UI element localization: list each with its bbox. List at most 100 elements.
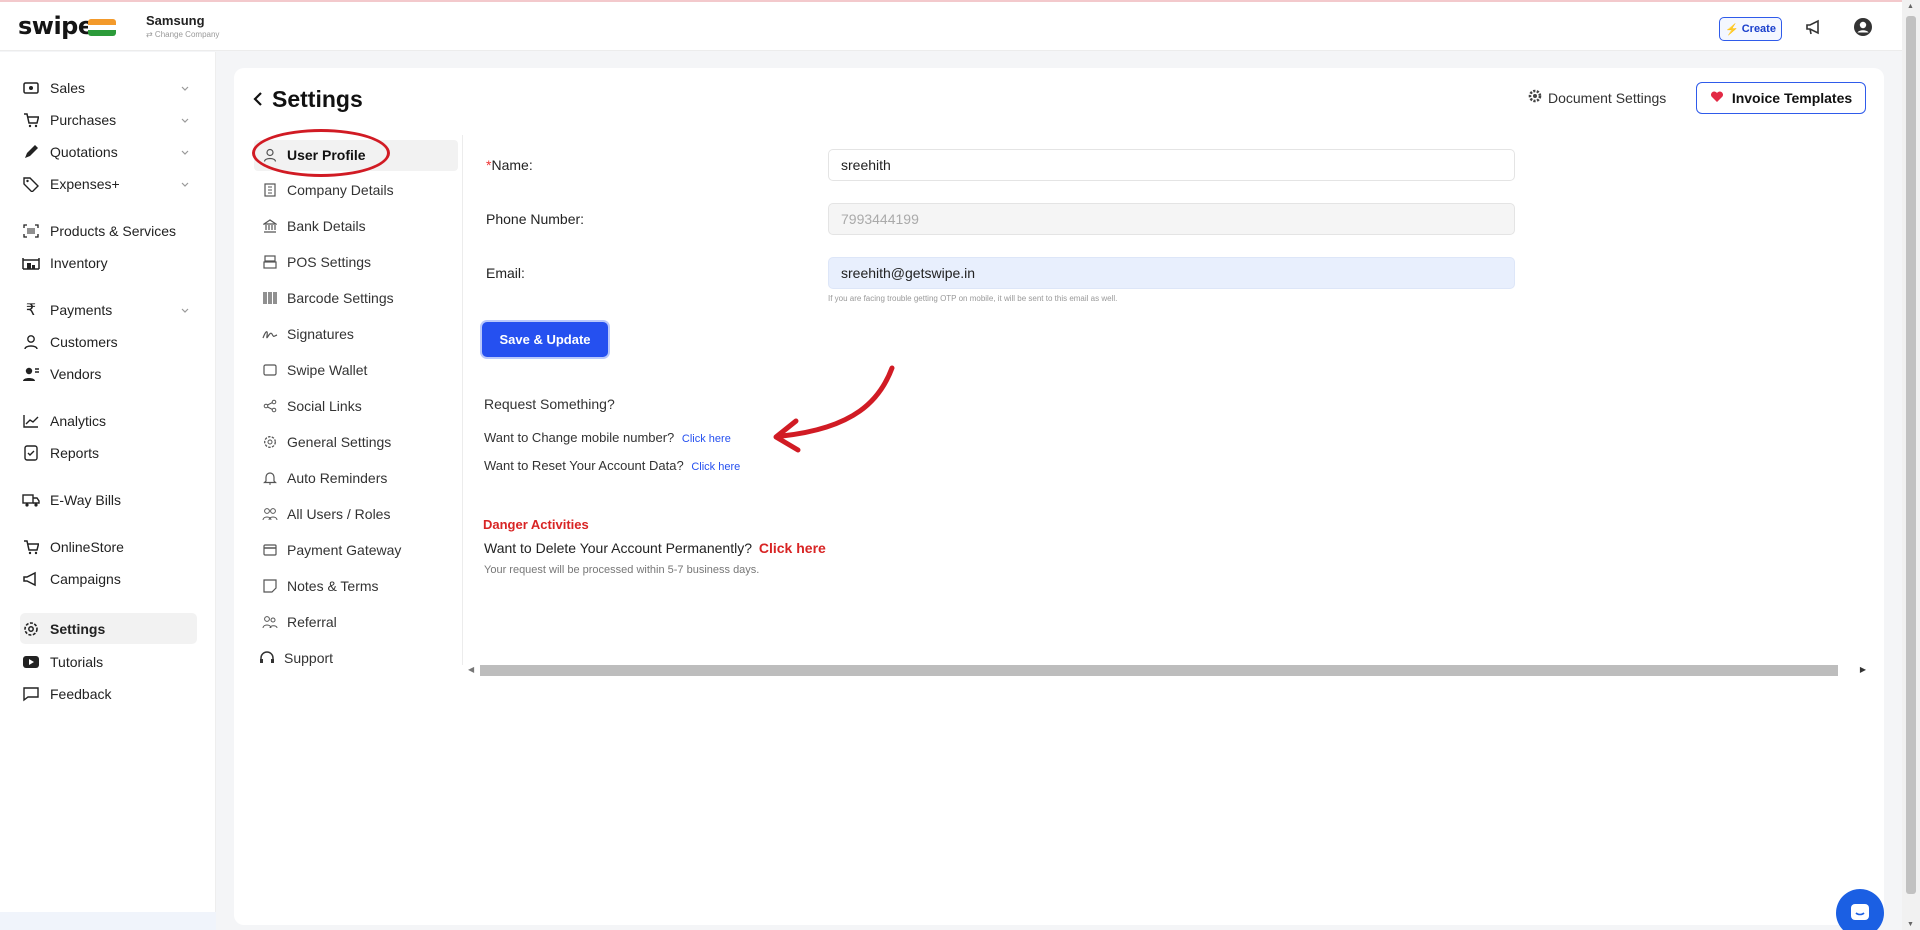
- sidebar-item-label: Settings: [50, 620, 106, 637]
- sidebar-item-products-services[interactable]: Products & Services: [20, 217, 196, 245]
- settings-card: [234, 68, 1884, 925]
- scroll-left-arrow-icon[interactable]: ◀: [468, 665, 474, 674]
- user-icon: [20, 334, 42, 350]
- page-vertical-scrollbar[interactable]: ▲ ▼: [1902, 0, 1920, 930]
- submenu-item-label: Signatures: [287, 326, 354, 342]
- share-icon: [262, 399, 278, 413]
- heart-icon: [1710, 90, 1724, 106]
- submenu-item-label: Support: [284, 650, 334, 666]
- delete-account-link[interactable]: Click here: [759, 540, 826, 556]
- sidebar-item-label: Sales: [50, 80, 86, 96]
- submenu-item-pos-settings[interactable]: POS Settings: [262, 247, 371, 277]
- sidebar-item-label: Tutorials: [50, 654, 104, 670]
- gear-icon: [262, 435, 278, 449]
- horizontal-scrollbar[interactable]: ◀ ▶: [464, 663, 1866, 677]
- sidebar-item-label: Payments: [50, 302, 113, 318]
- document-settings-label: Document Settings: [1548, 89, 1667, 106]
- users-icon: [262, 507, 278, 521]
- email-hint: If you are facing trouble getting OTP on…: [828, 294, 1118, 303]
- change-mobile-link[interactable]: Click here: [682, 433, 731, 445]
- submenu-item-label: Company Details: [287, 182, 394, 198]
- submenu-item-notes-terms[interactable]: Notes & Terms: [262, 571, 379, 601]
- request-section-title: Request Something?: [484, 396, 615, 412]
- sidebar-item-onlinestore[interactable]: OnlineStore: [20, 533, 196, 561]
- submenu-item-payment-gateway[interactable]: Payment Gateway: [262, 535, 401, 565]
- highlight-circle-annotation: [252, 129, 390, 177]
- submenu-item-label: Payment Gateway: [287, 542, 402, 558]
- company-name: Samsung: [146, 13, 205, 28]
- sidebar-item-reports[interactable]: Reports: [20, 439, 196, 467]
- sidebar-item-analytics[interactable]: Analytics: [20, 407, 196, 435]
- sidebar-item-label: E-Way Bills: [50, 492, 122, 508]
- create-label: Create: [1741, 23, 1776, 35]
- submenu-item-support[interactable]: Support: [259, 643, 333, 673]
- sidebar-item-expenses[interactable]: Expenses+: [20, 170, 196, 198]
- change-company-link[interactable]: ⇄ Change Company: [146, 30, 219, 39]
- submenu-item-social-links[interactable]: Social Links: [262, 391, 362, 421]
- sidebar-item-feedback[interactable]: Feedback: [20, 680, 196, 708]
- store-icon: [20, 539, 42, 555]
- create-button[interactable]: ⚡ Create: [1719, 17, 1782, 41]
- pen-icon: [20, 144, 42, 160]
- submenu-item-signatures[interactable]: Signatures: [262, 319, 354, 349]
- delete-account-text: Want to Delete Your Account Permanently?: [484, 540, 752, 556]
- reset-data-link[interactable]: Click here: [691, 461, 740, 473]
- phone-input[interactable]: 7993444199: [828, 203, 1515, 235]
- back-chevron-icon[interactable]: [252, 86, 264, 113]
- sidebar-item-payments[interactable]: ₹ Payments: [20, 296, 196, 324]
- name-input[interactable]: sreehith: [828, 149, 1515, 181]
- chevron-down-icon: [180, 113, 190, 129]
- user-account-icon[interactable]: [1853, 17, 1873, 42]
- sidebar-item-eway-bills[interactable]: E-Way Bills: [20, 486, 196, 514]
- submenu-item-label: POS Settings: [287, 254, 372, 270]
- sidebar-item-inventory[interactable]: Inventory: [20, 249, 196, 277]
- submenu-item-general-settings[interactable]: General Settings: [262, 427, 391, 457]
- note-icon: [262, 579, 278, 593]
- sidebar-item-label: Expenses+: [50, 176, 120, 192]
- submenu-item-swipe-wallet[interactable]: Swipe Wallet: [262, 355, 367, 385]
- horizontal-scroll-thumb[interactable]: [480, 665, 1838, 676]
- sidebar-item-vendors[interactable]: Vendors: [20, 360, 196, 388]
- support-chat-icon[interactable]: [1836, 889, 1884, 930]
- announcements-megaphone-icon[interactable]: [1805, 19, 1823, 40]
- gear-icon: [1528, 89, 1542, 106]
- danger-section-title: Danger Activities: [483, 517, 589, 532]
- email-input[interactable]: sreehith@getswipe.in: [828, 257, 1515, 289]
- sidebar-item-sales[interactable]: Sales: [20, 74, 196, 102]
- submenu-item-label: Social Links: [287, 398, 362, 414]
- headset-icon: [259, 651, 275, 665]
- submenu-item-referral[interactable]: Referral: [262, 607, 337, 637]
- barcode-scan-icon: [20, 224, 42, 238]
- vendor-icon: [20, 366, 42, 382]
- sidebar-item-campaigns[interactable]: Campaigns: [20, 565, 196, 593]
- wallet-icon: [262, 364, 278, 376]
- sidebar-item-tutorials[interactable]: Tutorials: [20, 648, 196, 676]
- vertical-scroll-thumb[interactable]: [1906, 16, 1916, 894]
- truck-icon: [20, 493, 42, 507]
- sidebar-item-customers[interactable]: Customers: [20, 328, 196, 356]
- submenu-item-all-users-roles[interactable]: All Users / Roles: [262, 499, 390, 529]
- swipe-logo[interactable]: swipe: [18, 12, 94, 40]
- building-icon: [262, 183, 278, 197]
- sidebar-item-quotations[interactable]: Quotations: [20, 138, 196, 166]
- sidebar-item-label: Reports: [50, 445, 100, 461]
- sidebar-item-settings[interactable]: Settings: [20, 613, 197, 644]
- company-switcher[interactable]: Samsung ⇄ Change Company: [146, 13, 219, 39]
- document-settings-link[interactable]: Document Settings: [1528, 89, 1666, 106]
- scroll-down-arrow-icon[interactable]: ▼: [1907, 921, 1914, 928]
- invoice-templates-button[interactable]: Invoice Templates: [1696, 82, 1866, 114]
- save-update-button[interactable]: Save & Update: [482, 322, 608, 357]
- scroll-right-arrow-icon[interactable]: ▶: [1860, 665, 1866, 674]
- sidebar-item-purchases[interactable]: Purchases: [20, 106, 196, 134]
- submenu-item-auto-reminders[interactable]: Auto Reminders: [262, 463, 387, 493]
- scroll-up-arrow-icon[interactable]: ▲: [1907, 3, 1914, 10]
- submenu-item-barcode-settings[interactable]: Barcode Settings: [262, 283, 394, 313]
- submenu-item-label: Auto Reminders: [287, 470, 388, 486]
- submenu-item-company-details[interactable]: Company Details: [262, 175, 394, 205]
- email-label: Email:: [486, 265, 525, 281]
- pos-icon: [262, 255, 278, 269]
- sidebar-item-label: Customers: [50, 334, 118, 350]
- submenu-item-bank-details[interactable]: Bank Details: [262, 211, 366, 241]
- page-title-text: Settings: [272, 86, 363, 112]
- sidebar-item-label: Vendors: [50, 366, 102, 382]
